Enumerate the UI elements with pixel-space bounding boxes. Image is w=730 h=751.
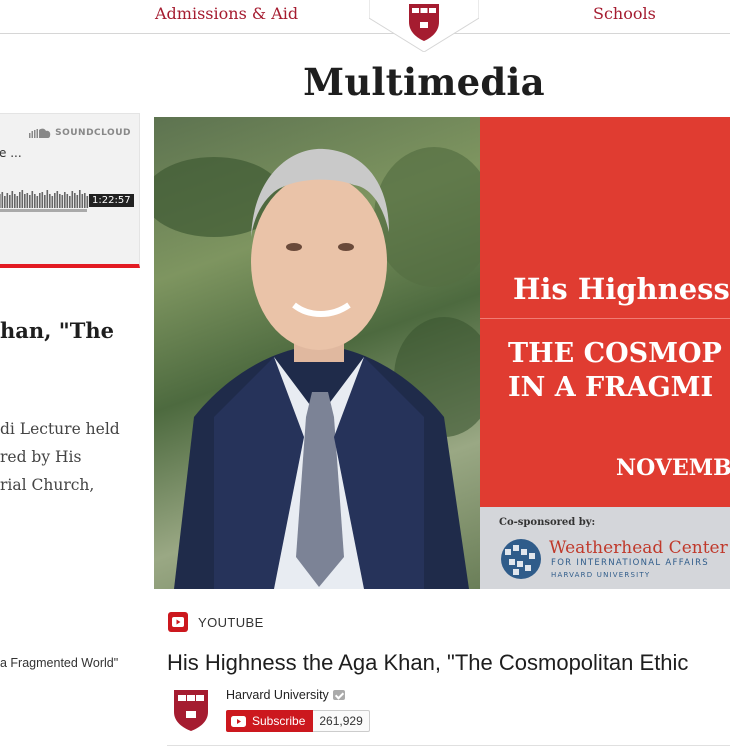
subscribe-action[interactable]: Subscribe xyxy=(226,710,314,732)
subscribe-label: Subscribe xyxy=(252,714,306,728)
nav-schools[interactable]: Schools xyxy=(593,4,656,23)
left-article-heading[interactable]: han, "The xyxy=(0,318,114,343)
nav-admissions-aid[interactable]: Admissions & Aid xyxy=(155,4,298,23)
left-article-line: di Lecture held xyxy=(0,420,120,438)
soundcloud-brand: SOUNDCLOUD xyxy=(29,128,131,138)
channel-name[interactable]: Harvard University xyxy=(226,688,345,702)
section-divider xyxy=(167,745,730,746)
source-badge: YOUTUBE xyxy=(167,611,264,633)
youtube-icon xyxy=(168,612,188,632)
speaker-portrait-image xyxy=(154,147,480,589)
verified-check-icon xyxy=(332,690,345,700)
graphic-line-3: NOVEMB xyxy=(616,455,730,481)
left-article-body: di Lecture held red by His rial Church, xyxy=(0,415,120,499)
cosponsor-university: HARVARD UNIVERSITY xyxy=(551,571,651,579)
left-article-line: red by His xyxy=(0,448,82,466)
graphic-line-2: THE COSMOP IN A FRAGMI xyxy=(508,337,722,405)
cosponsor-label: Co-sponsored by: xyxy=(499,517,596,528)
source-label: YOUTUBE xyxy=(198,614,264,630)
weatherhead-globe-icon xyxy=(501,539,541,579)
soundcloud-player[interactable]: SOUNDCLOUD e ... 1:22:57 xyxy=(0,113,140,268)
top-navigation: Admissions & Aid Schools xyxy=(0,0,730,52)
harvard-shield-icon xyxy=(369,0,479,52)
page-title: Multimedia xyxy=(303,60,545,104)
channel-name-text: Harvard University xyxy=(226,688,329,702)
graphic-line-2a: THE COSMOP xyxy=(508,338,722,369)
subscribe-button[interactable]: Subscribe 261,929 xyxy=(226,710,370,732)
speaker-photo xyxy=(154,117,480,589)
graphic-line-1: His Highness xyxy=(513,272,730,306)
soundcloud-brand-label: SOUNDCLOUD xyxy=(55,128,131,138)
graphic-line-2b: IN A FRAGMI xyxy=(508,372,714,403)
channel-avatar[interactable] xyxy=(172,688,210,732)
video-title[interactable]: His Highness the Aga Khan, "The Cosmopol… xyxy=(167,650,688,676)
soundcloud-icon xyxy=(29,128,51,138)
video-player[interactable]: His Highness THE COSMOP IN A FRAGMI NOVE… xyxy=(154,117,730,589)
left-article-caption: a Fragmented World" xyxy=(0,656,119,670)
event-graphic-panel xyxy=(480,117,730,507)
cosponsor-name: Weatherhead Center xyxy=(549,538,728,558)
subscriber-count: 261,929 xyxy=(313,710,370,732)
soundcloud-track-title[interactable]: e ... xyxy=(0,146,22,160)
youtube-play-icon xyxy=(231,715,246,727)
cosponsor-subtitle: FOR INTERNATIONAL AFFAIRS xyxy=(551,558,709,568)
home-logo-tab[interactable] xyxy=(369,0,479,52)
graphic-divider xyxy=(480,318,730,319)
left-article-line: rial Church, xyxy=(0,476,95,494)
soundcloud-duration: 1:22:57 xyxy=(89,194,134,207)
